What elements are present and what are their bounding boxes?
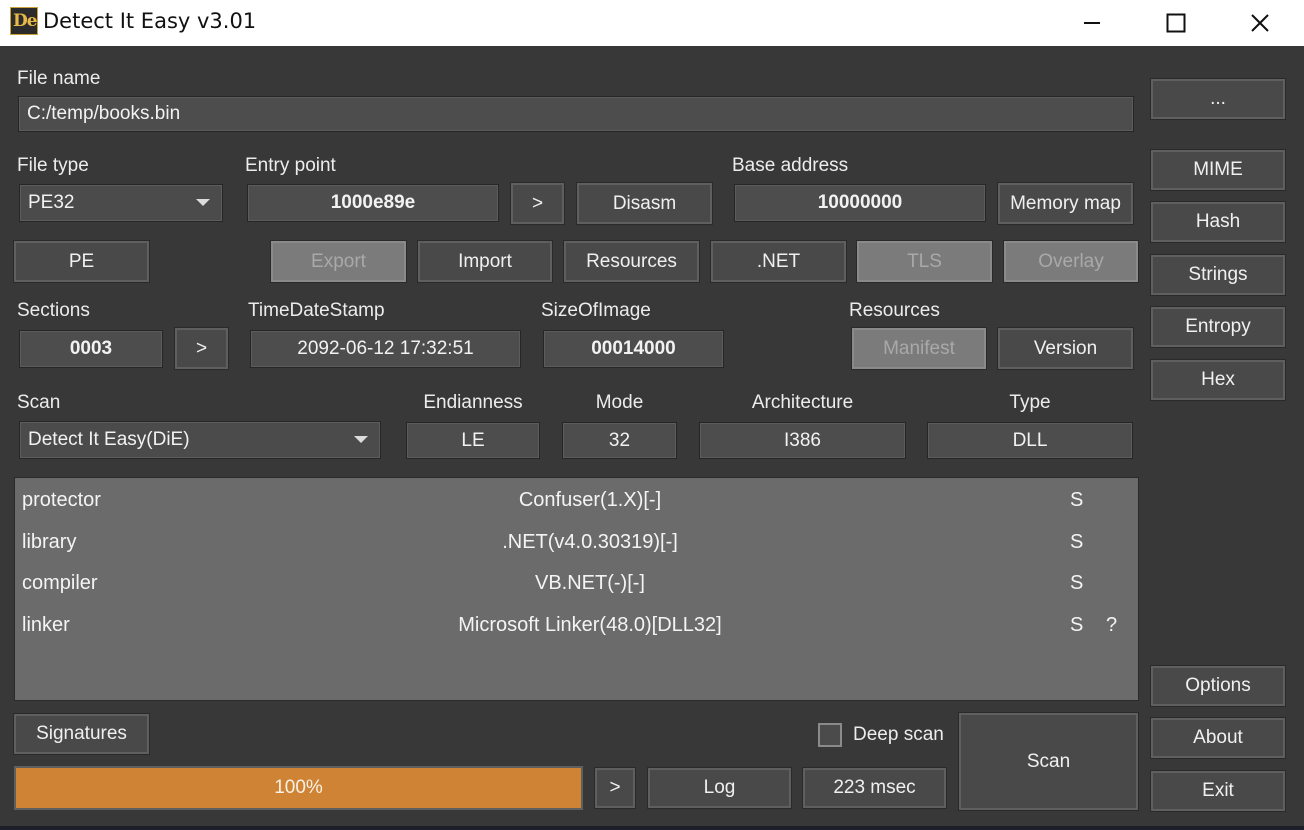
entry-point-go-button[interactable]: >	[510, 182, 565, 225]
signatures-button[interactable]: Signatures	[13, 713, 150, 755]
endianness-field[interactable]: LE	[406, 422, 540, 459]
mode-label: Mode	[595, 392, 644, 413]
results-list[interactable]: protector Confuser(1.X)[-] S library .NE…	[14, 477, 1139, 701]
result-name: VB.NET(-)[-]	[535, 572, 645, 594]
title-bar: De Detect It Easy v3.01	[0, 0, 1304, 46]
hex-button[interactable]: Hex	[1150, 359, 1286, 401]
timedatestamp-label: TimeDateStamp	[248, 300, 385, 321]
result-signature-button[interactable]: S	[1070, 489, 1083, 512]
endianness-label: Endianness	[423, 392, 523, 413]
entry-point-label: Entry point	[245, 155, 336, 176]
log-go-button[interactable]: >	[594, 767, 636, 809]
overlay-button[interactable]: Overlay	[1003, 240, 1139, 283]
result-row[interactable]: library .NET(v4.0.30319)[-] S	[15, 522, 1138, 562]
result-signature-button[interactable]: S	[1070, 614, 1083, 637]
result-type: linker	[22, 614, 70, 636]
result-type: library	[22, 531, 77, 553]
progress-text: 100%	[274, 777, 323, 798]
tls-button[interactable]: TLS	[856, 240, 993, 283]
scan-label: Scan	[17, 392, 61, 413]
hash-button[interactable]: Hash	[1150, 201, 1286, 243]
scan-engine-select[interactable]: Detect It Easy(DiE)	[19, 421, 381, 459]
file-name-field[interactable]: C:/temp/books.bin	[18, 96, 1134, 132]
maximize-icon	[1166, 13, 1186, 33]
result-row[interactable]: protector Confuser(1.X)[-] S	[15, 480, 1138, 520]
net-button[interactable]: .NET	[710, 240, 847, 283]
main-window: File name C:/temp/books.bin ... File typ…	[0, 46, 1304, 826]
architecture-label: Architecture	[751, 392, 854, 413]
result-type: compiler	[22, 572, 98, 594]
sections-field[interactable]: 0003	[19, 330, 163, 368]
resources-group-label: Resources	[849, 300, 940, 321]
result-name: Confuser(1.X)[-]	[518, 489, 662, 511]
result-row[interactable]: linker Microsoft Linker(48.0)[DLL32] S ?	[15, 605, 1138, 645]
deep-scan-checkbox[interactable]	[818, 723, 842, 747]
taskbar-edge	[0, 826, 1304, 830]
sections-label: Sections	[17, 300, 90, 321]
import-button[interactable]: Import	[417, 240, 553, 283]
elapsed-time: 223 msec	[802, 767, 947, 809]
timedatestamp-field[interactable]: 2092-06-12 17:32:51	[250, 330, 521, 368]
scan-engine-value: Detect It Easy(DiE)	[28, 429, 190, 450]
window-title: Detect It Easy v3.01	[43, 9, 257, 33]
minimize-button[interactable]	[1062, 0, 1122, 46]
pe-button[interactable]: PE	[13, 240, 150, 283]
deep-scan-label: Deep scan	[853, 724, 944, 745]
about-button[interactable]: About	[1150, 717, 1286, 759]
export-button[interactable]: Export	[270, 240, 407, 283]
disasm-button[interactable]: Disasm	[576, 182, 713, 225]
sections-go-button[interactable]: >	[174, 327, 229, 370]
result-signature-button[interactable]: S	[1070, 531, 1083, 554]
maximize-button[interactable]	[1146, 0, 1206, 46]
result-signature-button[interactable]: S	[1070, 572, 1083, 595]
close-button[interactable]	[1230, 0, 1290, 46]
file-type-value: PE32	[28, 192, 75, 213]
mime-button[interactable]: MIME	[1150, 149, 1286, 191]
result-row[interactable]: compiler VB.NET(-)[-] S	[15, 563, 1138, 603]
entropy-button[interactable]: Entropy	[1150, 306, 1286, 348]
scan-button[interactable]: Scan	[958, 712, 1139, 811]
result-info-button[interactable]: ?	[1106, 614, 1117, 637]
file-type-select[interactable]: PE32	[19, 184, 223, 222]
version-button[interactable]: Version	[997, 327, 1134, 370]
strings-button[interactable]: Strings	[1150, 254, 1286, 296]
app-icon-text: De	[13, 11, 38, 31]
chevron-down-icon	[354, 436, 368, 443]
type-field[interactable]: DLL	[927, 422, 1133, 459]
result-type: protector	[22, 489, 101, 511]
resources-button[interactable]: Resources	[563, 240, 700, 283]
exit-button[interactable]: Exit	[1150, 770, 1286, 812]
chevron-down-icon	[196, 199, 210, 206]
browse-button[interactable]: ...	[1150, 78, 1286, 120]
type-label: Type	[1009, 392, 1051, 413]
file-type-label: File type	[17, 155, 89, 176]
base-address-field[interactable]: 10000000	[734, 184, 986, 222]
sizeofimage-field[interactable]: 00014000	[543, 330, 724, 368]
log-button[interactable]: Log	[647, 767, 792, 809]
options-button[interactable]: Options	[1150, 665, 1286, 707]
architecture-field[interactable]: I386	[699, 422, 906, 459]
mode-field[interactable]: 32	[562, 422, 677, 459]
result-name: Microsoft Linker(48.0)[DLL32]	[458, 614, 722, 636]
base-address-label: Base address	[732, 155, 849, 176]
minimize-icon	[1084, 22, 1100, 24]
file-name-label: File name	[17, 68, 101, 89]
manifest-button[interactable]: Manifest	[851, 327, 987, 370]
entry-point-field[interactable]: 1000e89e	[247, 184, 499, 222]
result-name: .NET(v4.0.30319)[-]	[502, 531, 678, 553]
memory-map-button[interactable]: Memory map	[997, 182, 1134, 225]
close-icon	[1251, 14, 1269, 32]
progress-bar: 100%	[14, 766, 583, 810]
sizeofimage-label: SizeOfImage	[541, 300, 651, 321]
app-icon: De	[10, 7, 38, 35]
